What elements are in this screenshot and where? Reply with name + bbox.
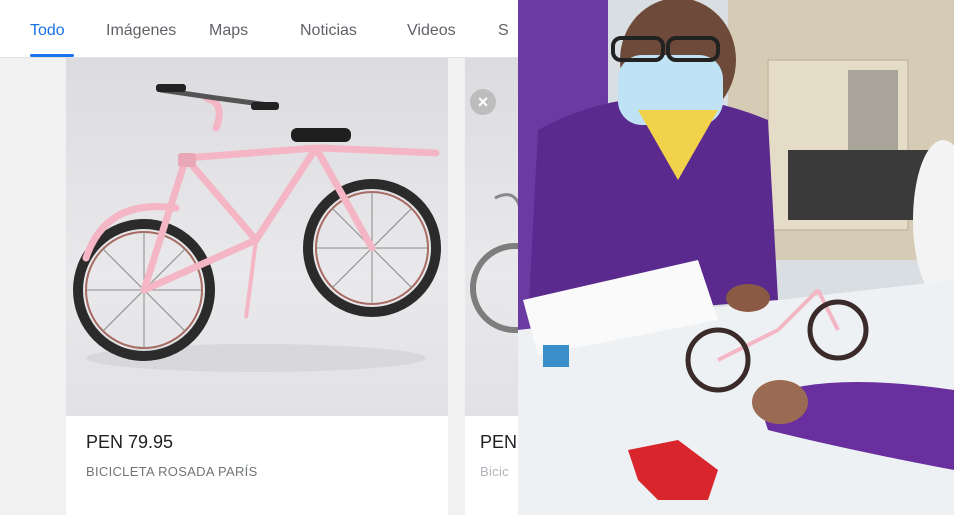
photo-panel	[518, 0, 954, 515]
active-tab-indicator	[30, 54, 74, 57]
product-image[interactable]	[66, 58, 448, 416]
close-icon[interactable]: ×	[470, 89, 496, 115]
customs-officer-photo	[518, 0, 954, 515]
tab-more[interactable]: S	[498, 22, 509, 40]
result-price-partial: PEN	[480, 432, 518, 452]
search-results-panel: Todo Imágenes Maps Noticias Videos S PEN…	[0, 0, 518, 515]
tab-imagenes[interactable]: Imágenes	[106, 22, 176, 40]
search-tabs-bar: Todo Imágenes Maps Noticias Videos S	[0, 0, 518, 58]
tab-noticias[interactable]: Noticias	[300, 22, 357, 40]
result-card-partial[interactable]: PEN Bicic	[465, 58, 518, 515]
result-card[interactable]: PEN 79.95 BICICLETA ROSADA PARÍS	[66, 58, 448, 515]
result-title-partial[interactable]: Bicic	[480, 464, 509, 479]
tab-videos[interactable]: Videos	[407, 22, 456, 40]
result-title[interactable]: BICICLETA ROSADA PARÍS	[86, 464, 258, 479]
result-price: PEN 79.95	[86, 432, 174, 452]
tab-todo[interactable]: Todo	[30, 22, 65, 40]
tab-maps[interactable]: Maps	[209, 22, 248, 40]
pink-bicycle-image	[73, 84, 441, 372]
